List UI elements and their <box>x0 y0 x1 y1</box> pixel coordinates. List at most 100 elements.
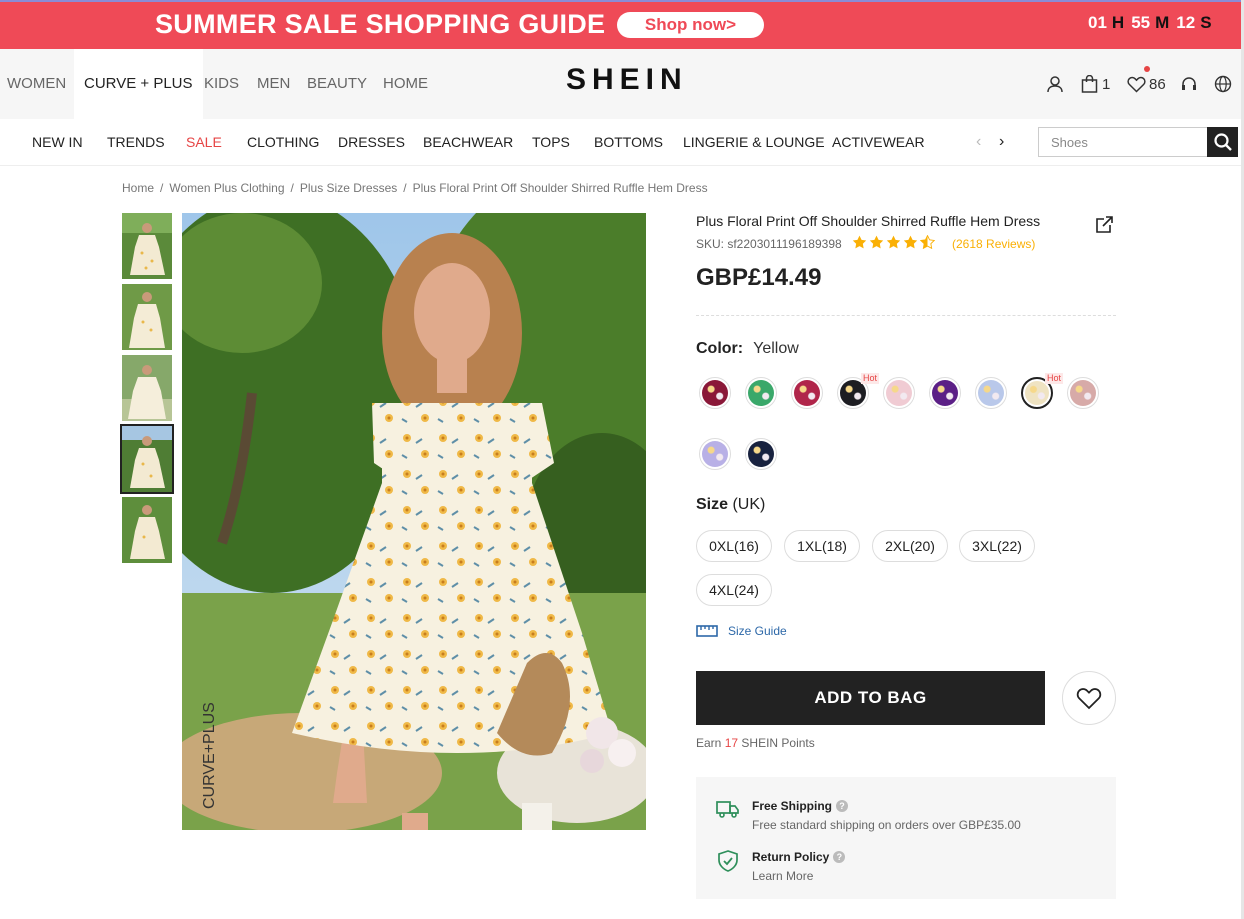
top-cat-curve-plus[interactable]: CURVE + PLUS <box>74 49 203 119</box>
nav-tops[interactable]: TOPS <box>532 119 570 166</box>
product-sku: SKU: sf2203011196189398 <box>696 237 842 251</box>
thumbnail-1[interactable] <box>122 213 172 279</box>
free-shipping-desc: Free standard shipping on orders over GB… <box>752 818 1021 832</box>
star-icon <box>869 235 884 249</box>
cart-count: 1 <box>1102 75 1111 93</box>
add-to-bag-button[interactable]: ADD TO BAG <box>696 671 1045 725</box>
countdown-minutes: 55 <box>1131 13 1151 32</box>
wishlist-button[interactable]: 86 <box>1127 74 1166 94</box>
shein-logo[interactable]: SHEIN <box>566 63 688 97</box>
cart-icon <box>1081 75 1098 93</box>
shop-now-button[interactable]: Shop now> <box>617 12 764 38</box>
cart-button[interactable]: 1 <box>1081 74 1110 94</box>
hot-badge: Hot <box>861 373 880 384</box>
star-icon <box>852 235 867 249</box>
color-label-text: Color: <box>696 340 744 357</box>
nav-clothing[interactable]: CLOTHING <box>247 119 319 166</box>
size-guide-label: Size Guide <box>728 624 787 638</box>
color-swatch-blush-floral[interactable] <box>1067 377 1099 409</box>
nav-prev-arrow[interactable]: ‹ <box>976 133 981 151</box>
breadcrumb-plus-dresses[interactable]: Plus Size Dresses <box>300 181 397 195</box>
wishlist-count: 86 <box>1149 75 1166 93</box>
selected-color: Yellow <box>753 340 799 357</box>
size-label: Size (UK) <box>696 496 765 514</box>
breadcrumb-home[interactable]: Home <box>122 181 154 195</box>
top-cat-home[interactable]: HOME <box>373 49 438 119</box>
size-option-1xl[interactable]: 1XL(18) <box>784 530 860 562</box>
nav-lingerie-lounge[interactable]: LINGERIE & LOUNGE <box>683 119 825 166</box>
top-cat-men[interactable]: MEN <box>247 49 300 119</box>
nav-activewear[interactable]: ACTIVEWEAR <box>832 119 925 166</box>
star-icon <box>886 235 901 249</box>
countdown-seconds: 12 <box>1176 13 1196 32</box>
color-swatch-green-floral[interactable] <box>745 377 777 409</box>
nav-sale[interactable]: SALE <box>186 119 222 166</box>
countdown-seconds-unit: S <box>1200 13 1212 32</box>
color-swatch-lavender-floral[interactable] <box>699 438 731 470</box>
shipping-info-panel: Free Shipping? Free standard shipping on… <box>696 777 1116 899</box>
globe-icon[interactable] <box>1214 74 1232 94</box>
color-swatch-pink-floral[interactable] <box>883 377 915 409</box>
hot-badge: Hot <box>1045 373 1064 384</box>
size-option-4xl[interactable]: 4XL(24) <box>696 574 772 606</box>
size-label-text: Size <box>696 496 729 513</box>
nav-beachwear[interactable]: BEACHWEAR <box>423 119 513 166</box>
headset-icon[interactable] <box>1180 74 1198 94</box>
account-icon[interactable] <box>1046 74 1064 94</box>
reviews-link[interactable]: (2618 Reviews) <box>952 237 1035 251</box>
color-label: Color: Yellow <box>696 340 799 358</box>
top-cat-women[interactable]: WOMEN <box>0 49 76 119</box>
top-cat-kids[interactable]: KIDS <box>194 49 249 119</box>
thumbnail-5[interactable] <box>122 497 172 563</box>
nav-dresses[interactable]: DRESSES <box>338 119 405 166</box>
truck-icon <box>716 801 739 818</box>
nav-next-arrow[interactable]: › <box>999 133 1004 151</box>
breadcrumb: Home / Women Plus Clothing / Plus Size Dress… <box>122 181 708 195</box>
product-price: GBP£14.49 <box>696 264 822 291</box>
add-to-wishlist-button[interactable] <box>1062 671 1116 725</box>
search-icon <box>1213 133 1232 151</box>
image-watermark: CURVE+PLUS <box>201 702 218 809</box>
share-icon[interactable] <box>1095 216 1113 239</box>
nav-new-in[interactable]: NEW IN <box>32 119 83 166</box>
color-swatch-burgundy-floral[interactable] <box>699 377 731 409</box>
top-cat-beauty[interactable]: BEAUTY <box>297 49 377 119</box>
rating-stars <box>852 235 935 249</box>
shield-check-icon <box>718 850 738 872</box>
points-text: Earn 17 SHEIN Points <box>696 736 815 750</box>
ruler-icon <box>696 625 718 637</box>
color-swatch-blue-white-floral[interactable] <box>975 377 1007 409</box>
thumbnail-3[interactable] <box>122 355 172 421</box>
countdown-timer: 01 H 55 M 12 S <box>1088 13 1219 33</box>
return-policy-title: Return Policy <box>752 850 830 864</box>
heart-icon <box>1076 687 1102 709</box>
size-option-0xl[interactable]: 0XL(16) <box>696 530 772 562</box>
breadcrumb-women-plus[interactable]: Women Plus Clothing <box>169 181 284 195</box>
search-button[interactable] <box>1207 127 1238 157</box>
size-option-3xl[interactable]: 3XL(22) <box>959 530 1035 562</box>
thumbnail-2[interactable] <box>122 284 172 350</box>
search-input[interactable]: Shoes <box>1038 127 1208 157</box>
heart-icon <box>1127 76 1146 93</box>
return-policy-link[interactable]: Learn More <box>752 869 845 883</box>
main-product-image[interactable]: CURVE+PLUS <box>182 213 646 830</box>
size-guide-link[interactable]: Size Guide <box>696 624 787 638</box>
size-option-2xl[interactable]: 2XL(20) <box>872 530 948 562</box>
nav-bottoms[interactable]: BOTTOMS <box>594 119 663 166</box>
breadcrumb-current: Plus Floral Print Off Shoulder Shirred R… <box>412 181 708 195</box>
points-value: 17 <box>724 736 739 750</box>
promo-banner[interactable]: SUMMER SALE SHOPPING GUIDE Shop now> 01 H… <box>0 0 1244 49</box>
half-star-icon <box>920 235 935 249</box>
product-title: Plus Floral Print Off Shoulder Shirred R… <box>696 213 1041 229</box>
countdown-hours: 01 <box>1088 13 1107 32</box>
color-swatch-purple-floral[interactable] <box>929 377 961 409</box>
countdown-minutes-unit: M <box>1155 13 1170 32</box>
points-suffix: SHEIN Points <box>741 736 815 750</box>
nav-trends[interactable]: TRENDS <box>107 119 165 166</box>
help-icon[interactable]: ? <box>836 800 849 812</box>
return-policy-row: Return Policy? Learn More <box>716 850 846 883</box>
thumbnail-4-selected[interactable] <box>120 424 174 494</box>
color-swatch-navy-floral[interactable] <box>745 438 777 470</box>
help-icon[interactable]: ? <box>833 851 846 863</box>
color-swatch-red-floral[interactable] <box>791 377 823 409</box>
